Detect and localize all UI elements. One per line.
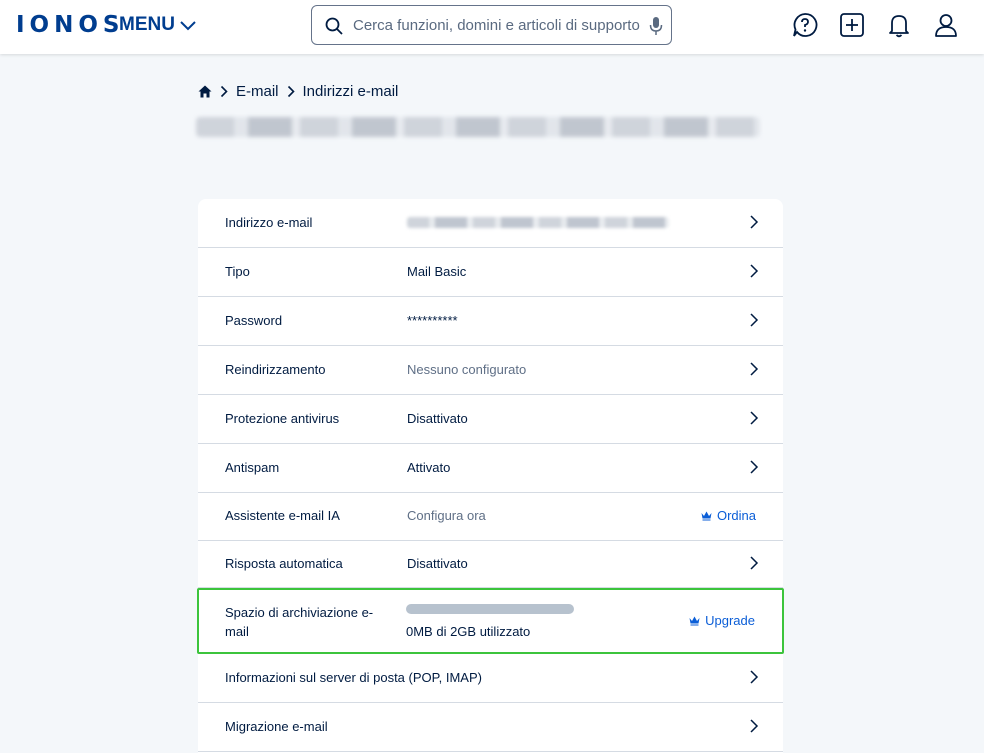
- chevron-right-icon: [750, 411, 759, 425]
- order-label: Ordina: [716, 508, 756, 523]
- menu-button[interactable]: MENU: [119, 14, 197, 36]
- row-auto-reply[interactable]: Risposta automatica Disattivato: [198, 541, 783, 588]
- row-label: Tipo: [225, 264, 250, 279]
- bell-icon[interactable]: [886, 12, 912, 38]
- add-icon[interactable]: [839, 12, 865, 38]
- breadcrumb-item-email[interactable]: E-mail: [236, 83, 279, 100]
- order-button[interactable]: Ordina: [701, 508, 756, 523]
- row-label: Indirizzo e-mail: [225, 215, 313, 230]
- row-value: Attivato: [407, 460, 451, 475]
- row-value: **********: [407, 313, 458, 328]
- row-antispam[interactable]: Antispam Attivato: [198, 444, 783, 493]
- row-label: Informazioni sul server di posta (POP, I…: [225, 670, 482, 685]
- row-label: Password: [225, 313, 283, 328]
- configure-now-link[interactable]: Configura ora: [407, 508, 486, 523]
- search-box[interactable]: [311, 5, 672, 45]
- user-icon[interactable]: [933, 12, 959, 38]
- ionos-logo[interactable]: IONOS: [16, 12, 124, 38]
- chevron-right-icon: [287, 85, 295, 97]
- storage-usage-bar: [406, 604, 574, 614]
- row-ai-assistant: Assistente e-mail IA Configura ora Ordin…: [198, 493, 783, 541]
- row-forwarding[interactable]: Reindirizzamento Nessuno configurato: [198, 346, 783, 395]
- row-storage: Spazio di archiviazione e-mail 0MB di 2G…: [197, 588, 784, 654]
- microphone-icon[interactable]: [649, 16, 663, 36]
- chevron-right-icon: [750, 719, 759, 733]
- chevron-right-icon: [750, 215, 759, 229]
- crown-icon: [701, 511, 712, 520]
- row-label: Migrazione e-mail: [225, 719, 328, 734]
- row-value: Nessuno configurato: [407, 362, 527, 377]
- row-label: Reindirizzamento: [225, 362, 326, 377]
- menu-label: MENU: [119, 14, 175, 35]
- email-address-redacted: [407, 217, 669, 228]
- chevron-right-icon: [750, 670, 759, 684]
- search-input[interactable]: [353, 14, 643, 36]
- email-settings-card: Indirizzo e-mail Tipo Mail Basic Passwor…: [197, 199, 784, 753]
- chevron-right-icon: [220, 85, 228, 97]
- upgrade-label: Upgrade: [705, 613, 755, 628]
- chevron-down-icon: [180, 21, 196, 31]
- row-type[interactable]: Tipo Mail Basic: [198, 248, 783, 297]
- search-icon: [325, 17, 343, 35]
- row-value: Disattivato: [407, 556, 468, 571]
- row-value: Mail Basic: [407, 264, 467, 279]
- crown-icon: [689, 616, 700, 625]
- chevron-right-icon: [750, 313, 759, 327]
- row-label: Spazio di archiviazione e-mail: [225, 605, 374, 639]
- row-email-migration[interactable]: Migrazione e-mail: [198, 703, 783, 752]
- chevron-right-icon: [750, 556, 759, 570]
- row-label: Assistente e-mail IA: [225, 508, 340, 523]
- row-email-address[interactable]: Indirizzo e-mail: [198, 199, 783, 248]
- home-icon[interactable]: [198, 85, 212, 98]
- chevron-right-icon: [750, 460, 759, 474]
- help-chat-icon[interactable]: [792, 12, 818, 38]
- row-value: Disattivato: [407, 411, 468, 426]
- breadcrumb: E-mail Indirizzi e-mail: [198, 82, 398, 100]
- page-title-redacted: [196, 117, 760, 137]
- top-bar: IONOS MENU: [0, 0, 984, 54]
- storage-usage-text: 0MB di 2GB utilizzato: [406, 624, 531, 639]
- row-antivirus[interactable]: Protezione antivirus Disattivato: [198, 395, 783, 444]
- row-label: Antispam: [225, 460, 280, 475]
- row-label: Risposta automatica: [225, 556, 343, 571]
- row-label: Protezione antivirus: [225, 411, 340, 426]
- row-password[interactable]: Password **********: [198, 297, 783, 346]
- upgrade-button[interactable]: Upgrade: [689, 613, 755, 628]
- row-mail-server-info[interactable]: Informazioni sul server di posta (POP, I…: [198, 654, 783, 703]
- chevron-right-icon: [750, 264, 759, 278]
- chevron-right-icon: [750, 362, 759, 376]
- breadcrumb-item-email-addresses[interactable]: Indirizzi e-mail: [303, 83, 399, 100]
